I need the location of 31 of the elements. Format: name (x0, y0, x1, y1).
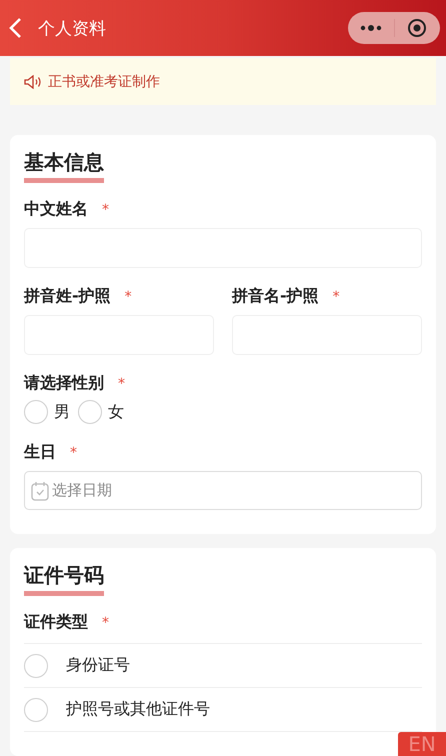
field-label: 拼音姓-护照 (24, 286, 111, 307)
date-field[interactable]: 选择日期 (24, 471, 422, 510)
back-icon[interactable] (8, 17, 24, 39)
option-label: 身份证号 (66, 655, 130, 676)
field-label: 生日 (24, 442, 56, 463)
radio-button[interactable] (24, 400, 48, 424)
section-title: 基本信息 (24, 149, 104, 183)
page-title: 个人资料 (38, 18, 107, 40)
required-mark: * (118, 376, 125, 392)
notice-text: 正书或准考证制作 (48, 72, 160, 90)
required-mark: * (70, 444, 77, 460)
field-label: 中文姓名 (24, 199, 88, 220)
section-title: 证件号码 (24, 562, 104, 596)
radio-button[interactable] (24, 698, 48, 722)
speaker-icon (24, 74, 42, 88)
field-label: 拼音名-护照 (232, 286, 319, 307)
option-label: 女 (108, 402, 124, 422)
language-button[interactable]: EN (398, 732, 446, 756)
radio-button[interactable] (24, 654, 48, 678)
required-mark: * (332, 288, 340, 304)
radio-button[interactable] (78, 400, 102, 424)
option-label: 护照号或其他证件号 (66, 699, 210, 720)
required-mark: * (102, 614, 109, 630)
field-label: 证件类型 (24, 612, 88, 633)
target-icon[interactable] (407, 18, 428, 38)
required-mark: * (124, 288, 132, 304)
calendar-icon (31, 480, 49, 500)
option-label: 男 (54, 402, 70, 422)
required-mark: * (102, 202, 109, 218)
field-label: 请选择性别 (24, 373, 104, 394)
more-icon[interactable] (360, 24, 382, 32)
